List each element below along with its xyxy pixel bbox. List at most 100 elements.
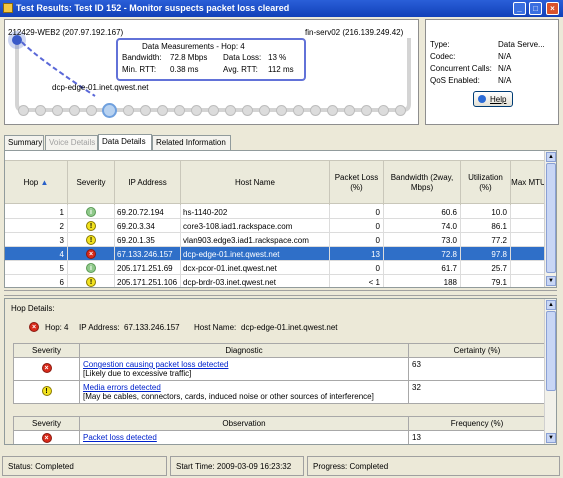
tab-summary[interactable]: Summary [4,135,44,150]
table-row-selected[interactable]: 4 × 67.133.246.157 dcp-edge-01.inet.qwest.n… [5,247,547,261]
hop-node[interactable] [191,105,202,116]
col-max-mtu[interactable]: Max MTU [511,161,547,205]
observation-row: × Packet loss detected 13 [13,430,546,444]
tab-data-details[interactable]: Data Details [98,134,152,151]
cell-packet-loss: 13 [330,247,384,261]
diag-col-severity[interactable]: Severity [13,343,80,358]
hop-node[interactable] [52,105,63,116]
hop-node-selected[interactable] [102,103,117,118]
help-button-label: Help [490,95,507,104]
col-ip-address[interactable]: IP Address [115,161,181,205]
warning-icon: ! [86,235,96,245]
hop-node[interactable] [35,105,46,116]
tab-related-information[interactable]: Related Information [152,135,231,150]
hop-number-label: Hop: [45,323,62,332]
diagnostic-row: ! Media errors detected [May be cables, c… [13,380,546,404]
hop-node[interactable] [378,105,389,116]
help-button[interactable]: Help [473,91,513,107]
diagnostic-link[interactable]: Media errors detected [83,383,161,392]
scroll-down-icon[interactable]: ▼ [546,433,556,443]
warning-icon: ! [86,221,96,231]
table-row[interactable]: 2! 69.20.3.34 core3-108.iad1.rackspace.com… [5,219,547,233]
hop-table-header: Hop ▲ Severity IP Address Host Name Pack… [5,160,547,205]
scroll-up-icon[interactable]: ▲ [546,152,556,162]
hop-node[interactable] [123,105,134,116]
error-icon: × [41,363,52,373]
col-severity[interactable]: Severity [68,161,115,205]
app-icon [3,3,13,13]
hop-node[interactable] [293,105,304,116]
diag-text-cell: Congestion causing packet loss detected[… [79,357,409,381]
diag-certainty-value: 32 [408,380,546,404]
col-host-name[interactable]: Host Name [181,161,330,205]
observation-link[interactable]: Packet loss detected [83,433,157,442]
close-button[interactable]: × [546,2,559,15]
cell-host-name: hs-1140-202 [181,205,330,219]
status-field: Status: Completed [2,456,167,476]
obs-col-observation[interactable]: Observation [79,416,409,431]
table-row[interactable]: 1 i 69.20.72.194 hs-1140-202 0 60.6 10.0 [5,205,547,219]
data-loss-label: Data Loss: [223,53,262,62]
hop-node[interactable] [208,105,219,116]
scroll-thumb[interactable] [546,163,556,273]
table-row[interactable]: 3! 69.20.1.35 vlan903.edge3.iad1.rackspace… [5,233,547,247]
cell-packet-loss: 0 [330,261,384,275]
hop-node[interactable] [174,105,185,116]
codec-label: Codec: [430,52,456,61]
hop-table-scrollbar[interactable]: ▲ ▼ [544,151,556,287]
cell-bandwidth: 188 [384,275,461,287]
hop-node[interactable] [242,105,253,116]
hop-node[interactable] [18,105,29,116]
cell-ip-address: 205.171.251.69 [115,261,181,275]
hop-node[interactable] [259,105,270,116]
col-bandwidth[interactable]: Bandwidth (2way, Mbps) [384,161,461,205]
minimize-button[interactable]: _ [513,2,526,15]
hop-node[interactable] [69,105,80,116]
cell-hop: 1 [5,205,68,219]
obs-text-cell: Packet loss detected [79,430,409,444]
cell-utilization: 77.2 [461,233,511,247]
diagnostic-link[interactable]: Congestion causing packet loss detected [83,360,228,369]
cell-utilization: 97.8 [461,247,511,261]
hop-node[interactable] [395,105,406,116]
maximize-button[interactable]: □ [529,2,542,15]
diag-col-certainty[interactable]: Certainty (%) [408,343,546,358]
hop-ip-label: IP Address: [79,323,120,332]
hop-node[interactable] [276,105,287,116]
cell-severity: ! [68,219,115,233]
window-title: Test Results: Test ID 152 - Monitor susp… [16,3,290,13]
cell-max-mtu [511,219,547,233]
obs-col-severity[interactable]: Severity [13,416,80,431]
hop-details-scrollbar[interactable]: ▲ ▼ [544,299,556,444]
col-hop[interactable]: Hop ▲ [5,161,68,205]
hop-node[interactable] [140,105,151,116]
scroll-down-icon[interactable]: ▼ [546,276,556,286]
hop-node[interactable] [157,105,168,116]
obs-col-frequency[interactable]: Frequency (%) [408,416,546,431]
hop-node[interactable] [327,105,338,116]
cell-max-mtu [511,233,547,247]
cell-ip-address: 69.20.1.35 [115,233,181,247]
cell-ip-address: 67.133.246.157 [115,247,181,261]
col-utilization[interactable]: Utilization (%) [461,161,511,205]
hop-node[interactable] [225,105,236,116]
progress-field: Progress: Completed [307,456,560,476]
hop-node[interactable] [86,105,97,116]
diag-col-diagnostic[interactable]: Diagnostic [79,343,409,358]
bandwidth-label: Bandwidth: [122,53,162,62]
hop-node[interactable] [310,105,321,116]
cell-packet-loss: 0 [330,233,384,247]
qos-value: N/A [498,76,512,85]
scroll-thumb[interactable] [546,311,556,391]
scroll-up-icon[interactable]: ▲ [546,300,556,310]
hop-node[interactable] [361,105,372,116]
codec-value: N/A [498,52,512,61]
tab-voice-details[interactable]: Voice Details [45,135,98,150]
cell-bandwidth: 73.0 [384,233,461,247]
col-packet-loss[interactable]: Packet Loss (%) [330,161,384,205]
path-diagram-panel: 212429-WEB2 (207.97.192.167) fin-serv02 … [4,19,419,125]
table-row[interactable]: 5 i 205.171.251.69 dcx-pcor-01.inet.qwest.n… [5,261,547,275]
pane-splitter[interactable] [4,290,557,296]
table-row[interactable]: 6! 205.171.251.106 dcp-brdr-03.inet.qwest.… [5,275,547,287]
hop-node[interactable] [344,105,355,116]
